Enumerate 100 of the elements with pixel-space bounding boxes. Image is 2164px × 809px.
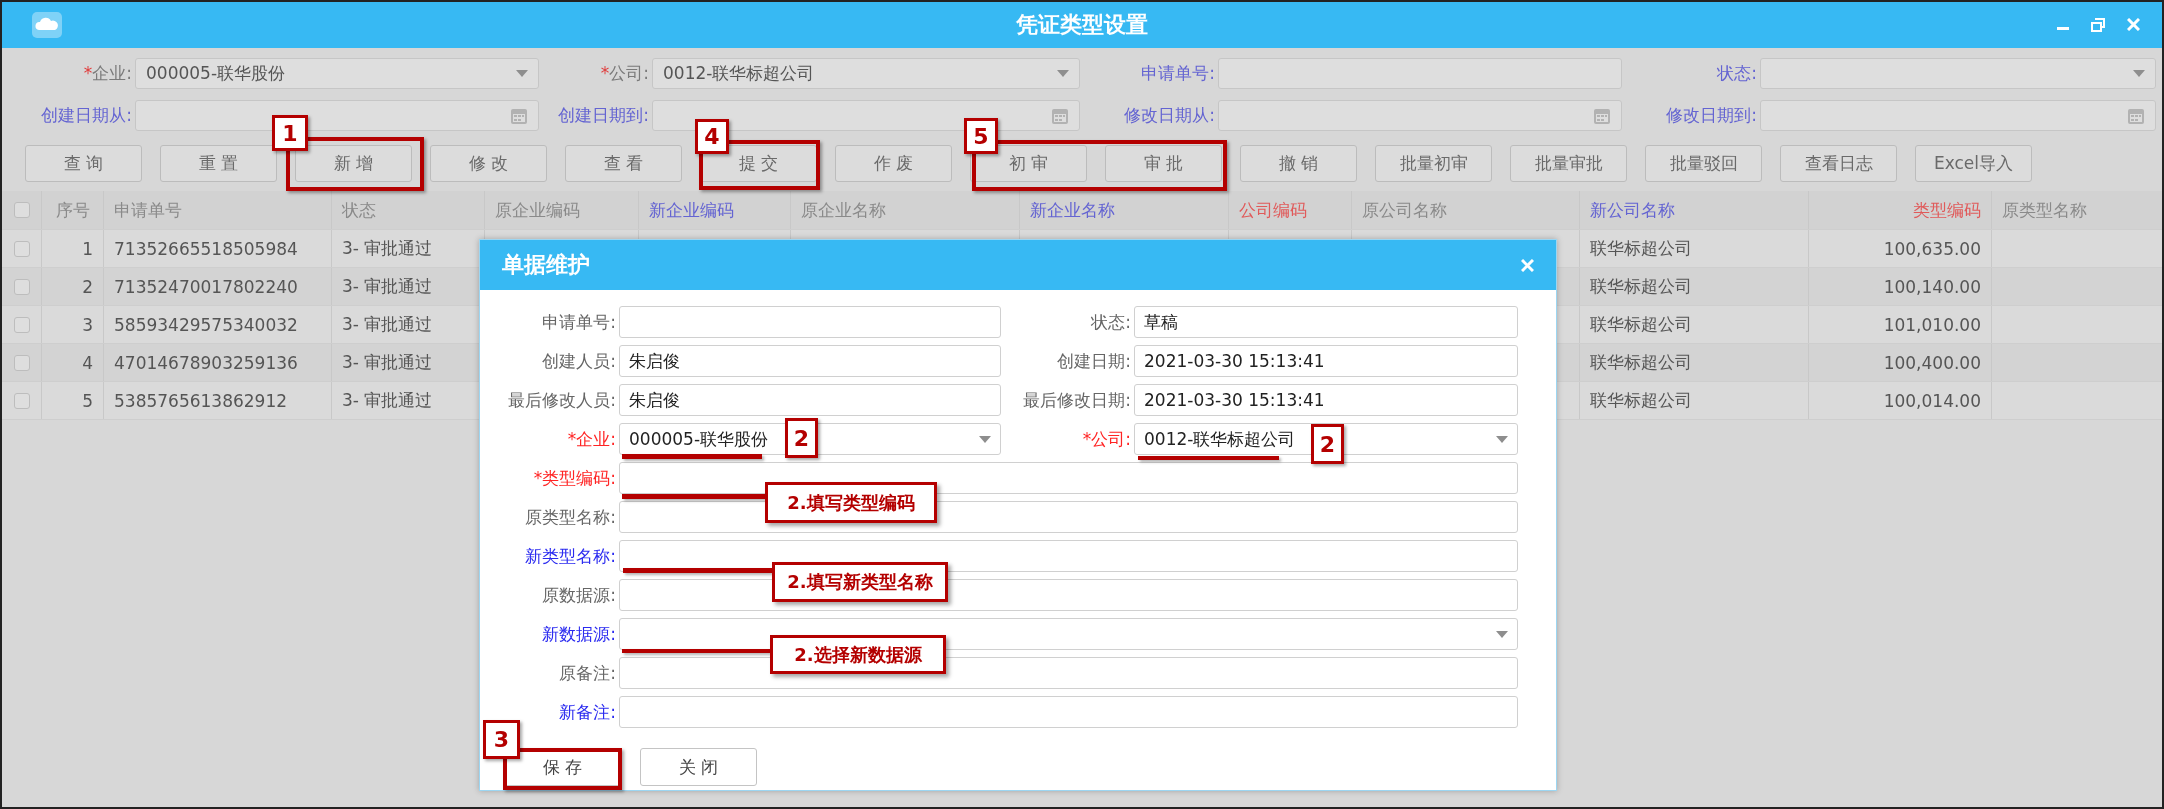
table-cell: 3- 审批通过 xyxy=(342,313,433,336)
table-cell: 3- 审批通过 xyxy=(342,275,433,298)
step-badge: 5 xyxy=(964,118,998,154)
field-label: 最后修改人员: xyxy=(508,388,616,412)
field-label: *类型编码: xyxy=(533,466,616,490)
table-cell: 71352665518505984 xyxy=(114,238,298,259)
input-field[interactable] xyxy=(619,696,1518,728)
table-cell: 联华标超公司 xyxy=(1590,351,1692,374)
checkbox[interactable] xyxy=(13,392,30,409)
step-badge: 4 xyxy=(695,119,729,154)
close-icon[interactable] xyxy=(1521,258,1534,272)
table-cell: 101,010.00 xyxy=(1883,314,1981,335)
date-field[interactable] xyxy=(1760,100,2156,131)
field-label: *企业: xyxy=(83,62,132,85)
table-cell: 3- 审批通过 xyxy=(342,389,433,412)
field-label: 修改日期从: xyxy=(1124,104,1215,127)
toolbar-button[interactable]: Excel导入 xyxy=(1915,145,2032,182)
calendar-icon xyxy=(2127,106,2145,125)
table-cell: 100,400.00 xyxy=(1883,352,1981,373)
toolbar-button[interactable]: 查 看 xyxy=(565,145,682,182)
field-label: 修改日期到: xyxy=(1666,104,1757,127)
field-label: 原类型名称: xyxy=(525,505,616,529)
field-label: 新数据源: xyxy=(542,622,616,646)
field-label: 创建日期从: xyxy=(41,104,132,127)
toolbar-button[interactable]: 批量初审 xyxy=(1375,145,1492,182)
table-cell: 3- 审批通过 xyxy=(342,351,433,374)
toolbar-button[interactable]: 批量驳回 xyxy=(1645,145,1762,182)
input-field[interactable]: 朱启俊 xyxy=(619,384,1001,416)
callout-label: 2.填写新类型名称 xyxy=(772,562,948,602)
toolbar-button[interactable]: 新 增 xyxy=(295,145,412,182)
input-field[interactable]: 草稿 xyxy=(1134,306,1518,338)
step-badge: 1 xyxy=(272,115,308,151)
table-cell: 2 xyxy=(82,276,93,297)
close-button[interactable]: 关 闭 xyxy=(640,748,757,786)
field-label: 状态: xyxy=(1091,310,1131,334)
step-badge: 2 xyxy=(785,418,818,458)
input-field[interactable] xyxy=(619,462,1518,494)
restore-icon[interactable] xyxy=(2091,18,2105,32)
step-badge: 3 xyxy=(483,720,520,759)
date-field[interactable] xyxy=(1218,100,1622,131)
field-label: *企业: xyxy=(567,427,616,451)
dropdown-field[interactable] xyxy=(1760,58,2156,89)
column-header: 原企业编码 xyxy=(495,198,580,222)
checkbox[interactable] xyxy=(13,316,30,333)
input-field[interactable]: 2021-03-30 15:13:41 xyxy=(1134,384,1518,416)
toolbar-button[interactable]: 撤 销 xyxy=(1240,145,1357,182)
input-field[interactable] xyxy=(619,540,1518,572)
field-label: 新类型名称: xyxy=(525,544,616,568)
input-field[interactable]: 朱启俊 xyxy=(619,345,1001,377)
checkbox[interactable] xyxy=(13,278,30,295)
toolbar-button[interactable]: 重 置 xyxy=(160,145,277,182)
checkbox[interactable] xyxy=(13,354,30,371)
column-header: 原类型名称 xyxy=(2002,198,2087,222)
checkbox[interactable] xyxy=(13,240,30,257)
toolbar-button[interactable]: 审 批 xyxy=(1105,145,1222,182)
field-label: *公司: xyxy=(1082,427,1131,451)
field-label: 申请单号: xyxy=(542,310,616,334)
dropdown-field[interactable]: 0012-联华标超公司 xyxy=(652,58,1080,89)
column-header: 序号 xyxy=(55,198,90,222)
column-header: 状态 xyxy=(342,198,376,222)
field-label: 最后修改日期: xyxy=(1023,388,1131,412)
toolbar-button[interactable]: 作 废 xyxy=(835,145,952,182)
checkbox[interactable] xyxy=(13,202,30,218)
table-cell: 1 xyxy=(82,238,93,259)
calendar-icon xyxy=(510,106,528,125)
toolbar-button[interactable]: 修 改 xyxy=(430,145,547,182)
calendar-icon xyxy=(1051,106,1069,125)
toolbar-button[interactable]: 查 询 xyxy=(25,145,142,182)
dropdown-caret-icon xyxy=(1496,630,1508,638)
cloud-logo-icon xyxy=(32,12,62,38)
dropdown-caret-icon xyxy=(1057,70,1069,77)
input-field[interactable]: 2021-03-30 15:13:41 xyxy=(1134,345,1518,377)
toolbar-button[interactable]: 查看日志 xyxy=(1780,145,1897,182)
field-label: 创建人员: xyxy=(542,349,616,373)
field-label: 申请单号: xyxy=(1141,62,1215,85)
text-field[interactable] xyxy=(1218,58,1622,89)
dropdown-caret-icon xyxy=(979,435,991,443)
dialog-title: 单据维护 xyxy=(502,251,590,279)
table-cell: 100,140.00 xyxy=(1883,276,1981,297)
field-label: 新备注: xyxy=(559,700,616,724)
field-label: 创建日期: xyxy=(1057,349,1131,373)
field-label: 原备注: xyxy=(559,661,616,685)
column-header: 原企业名称 xyxy=(801,198,886,222)
input-field[interactable] xyxy=(619,306,1001,338)
toolbar-button[interactable]: 批量审批 xyxy=(1510,145,1627,182)
callout-label: 2.填写类型编码 xyxy=(765,482,937,523)
column-header: 类型编码 xyxy=(1913,198,1981,222)
field-label: 原数据源: xyxy=(542,583,616,607)
column-header: 新企业编码 xyxy=(649,198,734,222)
dropdown-field[interactable]: 000005-联华股份 xyxy=(135,58,539,89)
table-cell: 5 xyxy=(82,390,93,411)
toolbar-button[interactable]: 初 审 xyxy=(970,145,1087,182)
close-icon[interactable] xyxy=(2127,18,2140,31)
table-cell: 3- 审批通过 xyxy=(342,237,433,260)
table-cell: 47014678903259136 xyxy=(114,352,298,373)
table-cell: 联华标超公司 xyxy=(1590,237,1692,260)
column-header: 原公司名称 xyxy=(1362,198,1447,222)
field-label: *公司: xyxy=(600,62,649,85)
field-label: 状态: xyxy=(1717,62,1757,85)
field-label: 创建日期到: xyxy=(558,104,649,127)
